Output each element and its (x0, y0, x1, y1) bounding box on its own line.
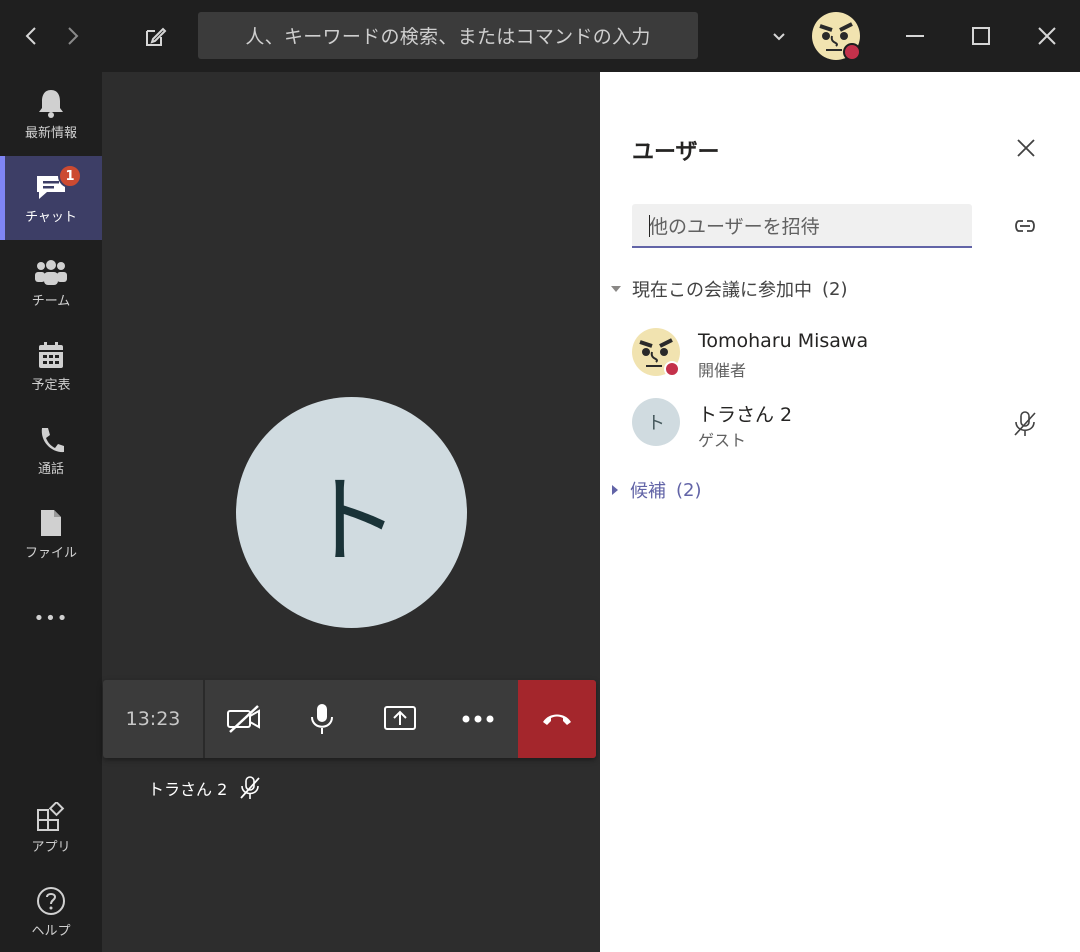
participant-name: トラさん 2 (148, 780, 228, 799)
chevron-down-icon[interactable] (768, 26, 790, 48)
participant-caption: トラさん 2 (148, 776, 261, 800)
more-apps-button[interactable]: ••• (0, 576, 102, 660)
call-controls: 13:23 (103, 680, 596, 758)
section-title: 候補 (630, 481, 666, 502)
section-count: (2) (676, 479, 702, 501)
rail-label: 通話 (37, 461, 64, 477)
section-count: (2) (822, 278, 848, 300)
camera-off-icon (227, 705, 260, 733)
participant-row[interactable]: ト トラさん 2 ゲスト (632, 398, 1052, 450)
rail-label: チーム (31, 293, 71, 309)
section-title: 現在この会議に参加中 (632, 280, 812, 301)
rail-item-apps[interactable]: アプリ (0, 786, 102, 870)
calendar-icon (37, 340, 65, 370)
microphone-icon (311, 704, 333, 734)
mic-button[interactable] (283, 680, 361, 758)
back-icon[interactable] (18, 22, 44, 50)
caret-down-icon (611, 286, 621, 292)
bell-icon (37, 88, 65, 118)
meeting-stage: ト 13:23 トラさん 2 (102, 72, 600, 952)
participant-name: Tomoharu Misawa (698, 330, 869, 352)
participant-avatar-large: ト (236, 397, 467, 628)
participant-role: ゲスト (698, 431, 747, 450)
search-input[interactable]: 人、キーワードの検索、またはコマンドの入力 (198, 12, 698, 59)
rail-label: 最新情報 (24, 125, 77, 141)
participant-role: 開催者 (698, 361, 747, 380)
caret-right-icon (612, 485, 618, 495)
apps-icon (36, 801, 66, 832)
forward-icon[interactable] (60, 22, 86, 50)
rail-label: ファイル (24, 545, 77, 561)
file-icon (39, 508, 63, 538)
rail-label: チャット (25, 209, 77, 225)
app-rail: 最新情報 チャット 1 チーム 予定表 通話 ファイル ••• アプリ ヘルプ (0, 72, 102, 952)
candidates-header[interactable]: 候補 (2) (610, 477, 702, 503)
close-window-icon[interactable] (1032, 22, 1062, 50)
current-participants-header[interactable]: 現在この会議に参加中 (2) (610, 276, 848, 302)
mic-off-icon (1012, 410, 1038, 442)
compose-icon[interactable] (140, 22, 170, 52)
call-timer: 13:23 (103, 680, 205, 758)
help-icon (36, 886, 66, 916)
ellipsis-icon (462, 715, 494, 723)
rail-item-chat[interactable]: チャット 1 (0, 156, 102, 240)
share-tray-icon (384, 706, 416, 730)
panel-title: ユーザー (632, 140, 720, 165)
profile-avatar[interactable] (812, 12, 861, 61)
camera-off-button[interactable] (205, 680, 283, 758)
participant-name: トラさん 2 (698, 404, 793, 426)
title-bar: 人、キーワードの検索、またはコマンドの入力 (0, 0, 1080, 72)
more-actions-button[interactable] (439, 680, 517, 758)
participant-row[interactable]: Tomoharu Misawa 開催者 (632, 328, 1052, 380)
link-icon (1015, 220, 1035, 232)
rail-label: 予定表 (31, 377, 71, 393)
rail-item-calendar[interactable]: 予定表 (0, 324, 102, 408)
more-icon: ••• (33, 607, 69, 629)
avatar (632, 328, 680, 377)
hang-up-button[interactable] (518, 680, 596, 758)
rail-label: ヘルプ (31, 923, 71, 939)
minimize-icon[interactable] (900, 22, 930, 50)
invite-placeholder: 他のユーザーを招待 (649, 215, 820, 238)
maximize-icon[interactable] (966, 22, 996, 50)
share-screen-button[interactable] (361, 680, 439, 758)
hang-up-icon (543, 714, 571, 725)
close-icon (1017, 139, 1035, 157)
rail-item-teams[interactable]: チーム (0, 240, 102, 324)
rail-item-help[interactable]: ヘルプ (0, 870, 102, 952)
teams-icon (35, 256, 67, 286)
avatar: ト (632, 398, 680, 446)
phone-icon (38, 424, 64, 454)
rail-item-calls[interactable]: 通話 (0, 408, 102, 492)
close-panel-button[interactable] (1012, 134, 1040, 162)
rail-item-files[interactable]: ファイル (0, 492, 102, 576)
copy-link-button[interactable] (1011, 212, 1039, 240)
people-panel: ユーザー 他のユーザーを招待 現在この会議に参加中 (2) Tomoharu M… (600, 72, 1080, 952)
rail-item-activity[interactable]: 最新情報 (0, 72, 102, 156)
invite-input[interactable]: 他のユーザーを招待 (632, 204, 972, 248)
unread-badge: 1 (58, 164, 82, 188)
rail-label: アプリ (31, 839, 71, 855)
mic-off-icon (240, 776, 260, 799)
